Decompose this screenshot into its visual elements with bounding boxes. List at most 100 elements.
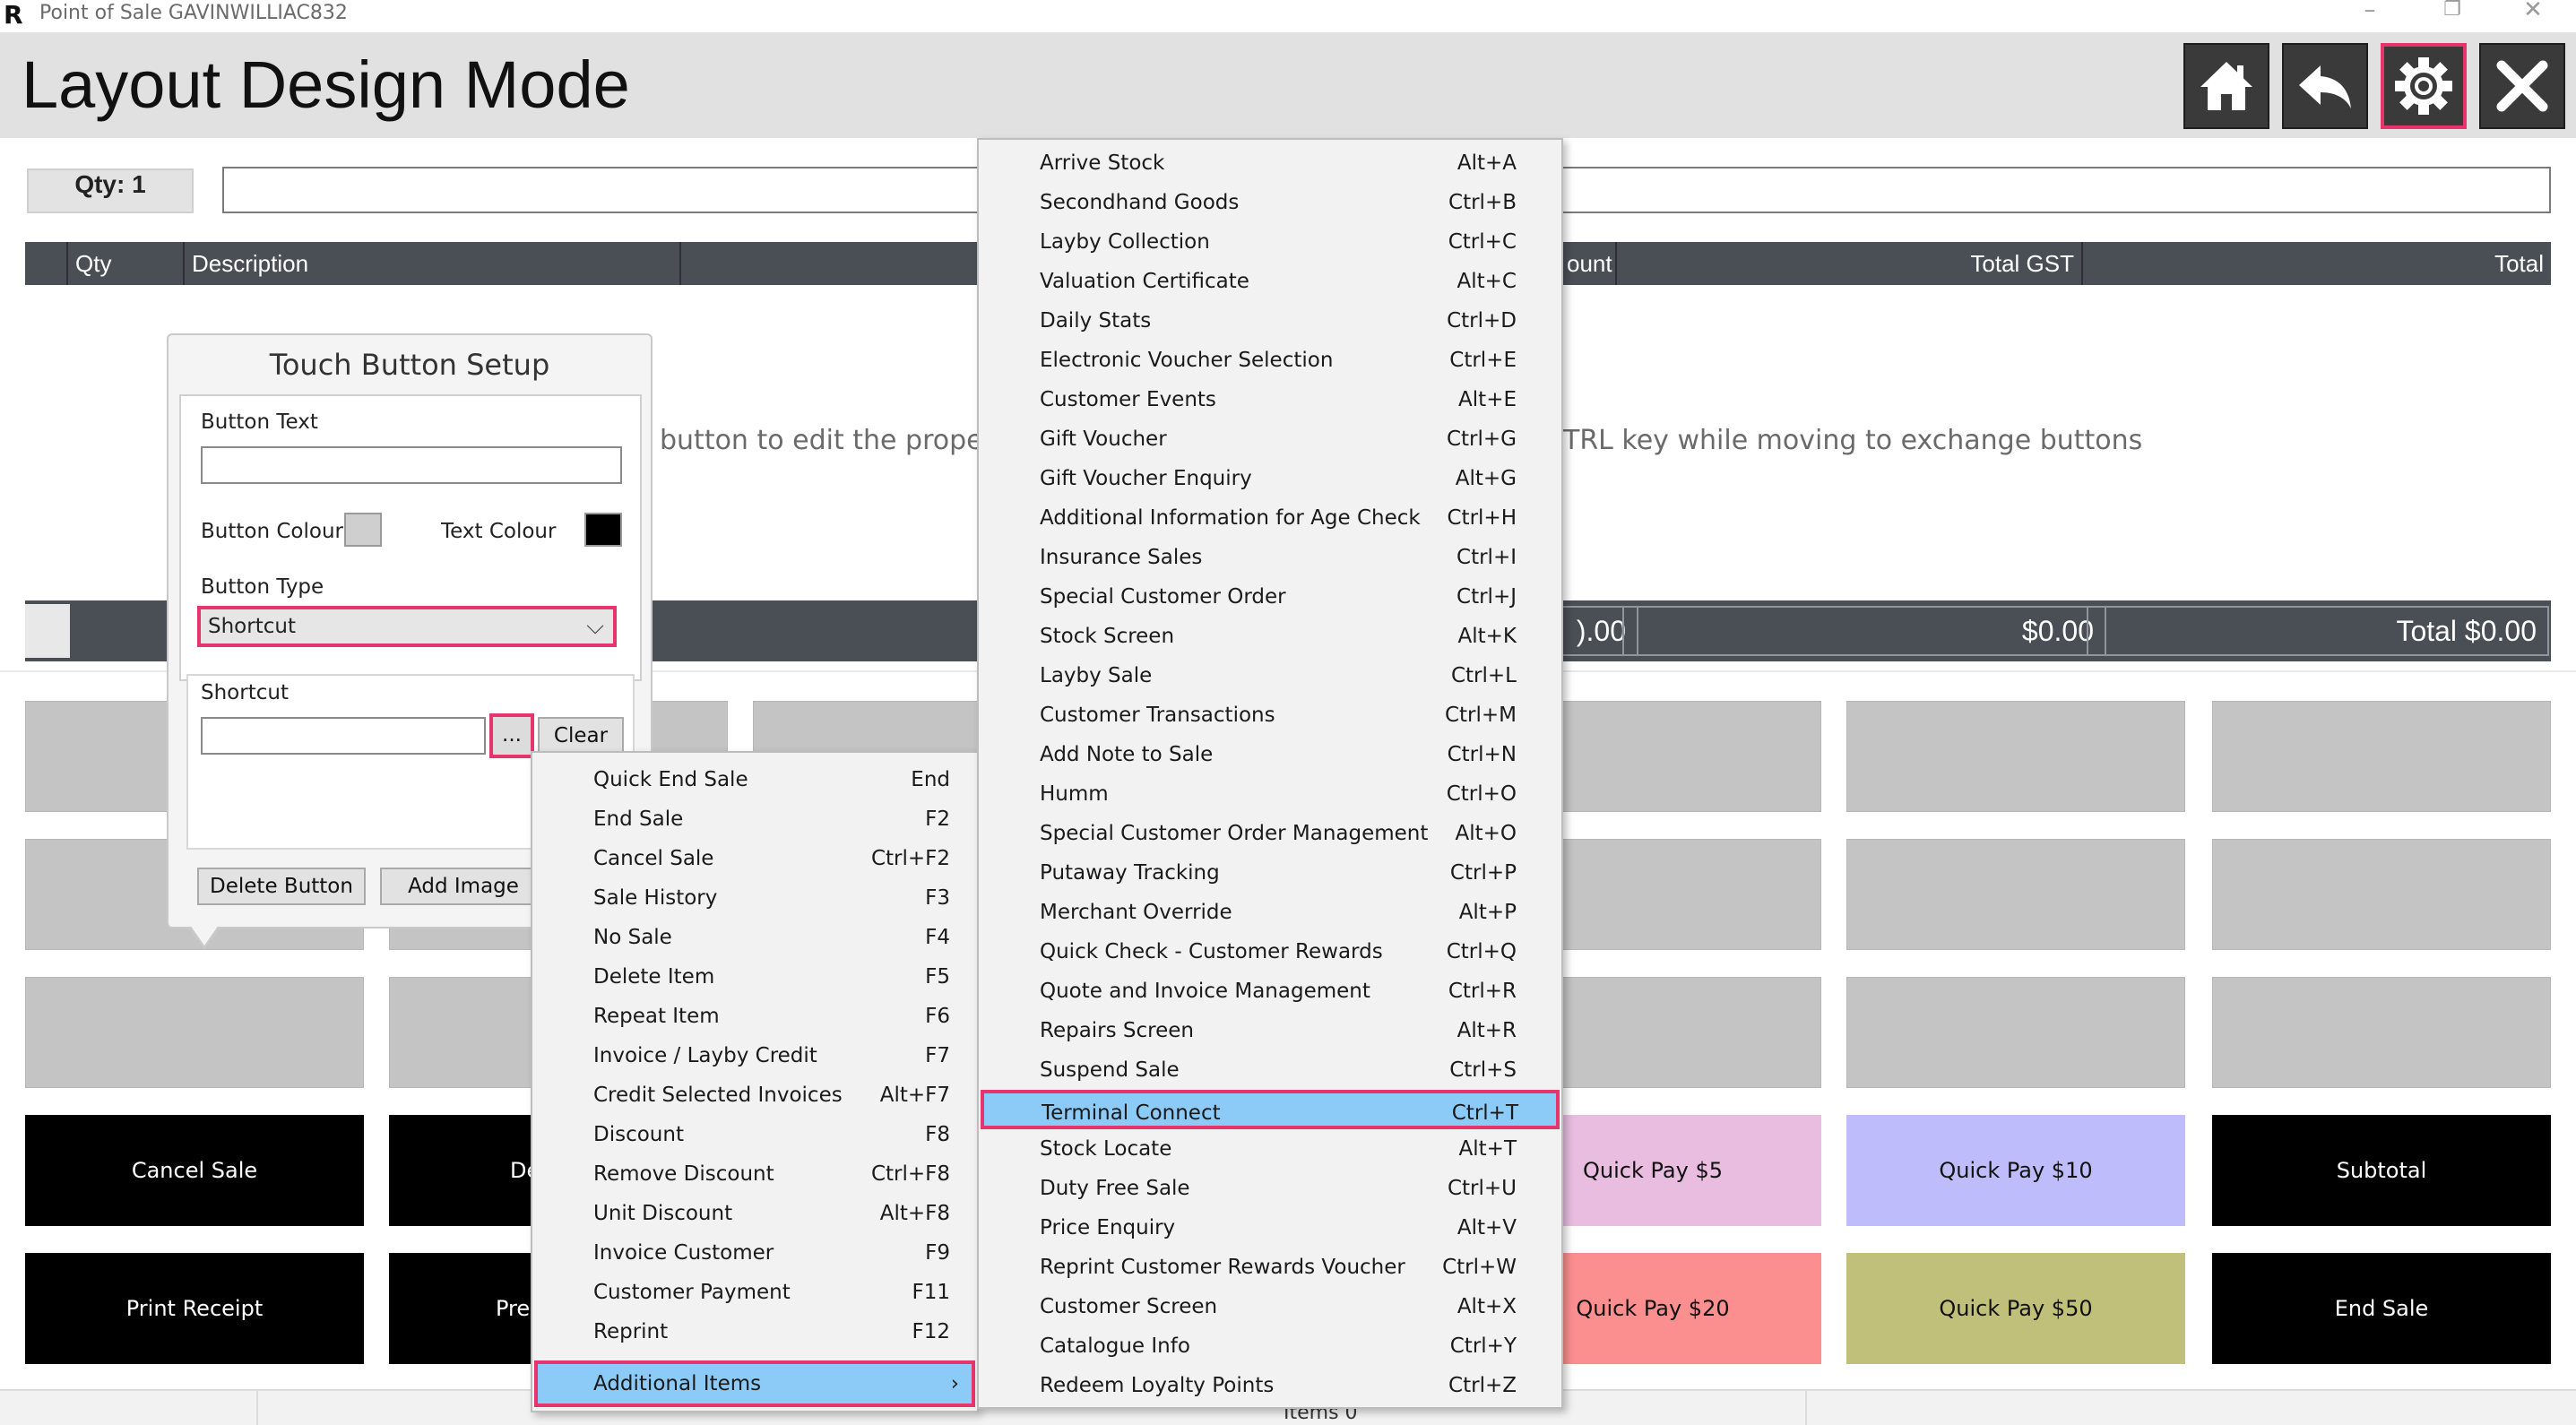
menu-item[interactable]: Stock Locate Alt+T: [979, 1129, 1561, 1169]
page-title: Layout Design Mode: [22, 48, 630, 122]
menu-item[interactable]: Cancel Sale Ctrl+F2: [532, 839, 977, 878]
menu-item[interactable]: Gift Voucher Ctrl+G: [979, 419, 1561, 459]
menu-item[interactable]: Secondhand Goods Ctrl+B: [979, 183, 1561, 222]
add-image-button[interactable]: Add Image: [380, 868, 547, 905]
print-receipt-button[interactable]: Print Receipt: [25, 1253, 364, 1364]
back-button[interactable]: [2282, 43, 2368, 129]
menu-item-shortcut: Ctrl+F2: [870, 847, 950, 870]
menu-item[interactable]: Remove Discount Ctrl+F8: [532, 1154, 977, 1194]
menu-item-label: Layby Sale: [1040, 664, 1153, 687]
menu-item[interactable]: Customer Payment F11: [532, 1273, 977, 1312]
menu-item-label: Unit Discount: [593, 1202, 733, 1225]
menu-item[interactable]: Discount F8: [532, 1115, 977, 1154]
menu-item-label: End Sale: [593, 808, 684, 831]
menu-item[interactable]: Valuation Certificate Alt+C: [979, 262, 1561, 301]
menu-item[interactable]: Special Customer Order Ctrl+J: [979, 577, 1561, 617]
qty-box[interactable]: Qty: 1: [27, 168, 194, 213]
menu-item[interactable]: Customer Screen Alt+X: [979, 1287, 1561, 1326]
menu-item[interactable]: Layby Collection Ctrl+C: [979, 222, 1561, 262]
hint-text-right: TRL key while moving to exchange buttons: [1563, 425, 2143, 456]
touch-button-empty[interactable]: [1846, 977, 2185, 1088]
additional-items-menu-item[interactable]: Additional Items ›: [534, 1360, 975, 1407]
menu-item-shortcut: Ctrl+I: [1457, 546, 1517, 569]
settings-button[interactable]: [2381, 43, 2467, 129]
button-colour-swatch[interactable]: [344, 513, 382, 547]
menu-item-shortcut: Ctrl+J: [1457, 585, 1517, 609]
quick-pay-10-button[interactable]: Quick Pay $10: [1846, 1115, 2185, 1226]
menu-item[interactable]: Quick Check - Customer Rewards Ctrl+Q: [979, 932, 1561, 972]
menu-item-shortcut: Ctrl+N: [1447, 743, 1517, 766]
menu-item[interactable]: Gift Voucher Enquiry Alt+G: [979, 459, 1561, 498]
minimize-button[interactable]: –: [2334, 0, 2406, 30]
menu-item[interactable]: Add Note to Sale Ctrl+N: [979, 735, 1561, 774]
end-sale-button[interactable]: End Sale: [2212, 1253, 2551, 1364]
menu-item[interactable]: Daily Stats Ctrl+D: [979, 301, 1561, 341]
menu-item[interactable]: Credit Selected Invoices Alt+F7: [532, 1075, 977, 1115]
menu-item-shortcut: Ctrl+S: [1449, 1058, 1517, 1082]
menu-item[interactable]: Customer Transactions Ctrl+M: [979, 695, 1561, 735]
shortcut-input[interactable]: [201, 717, 486, 755]
menu-item[interactable]: Humm Ctrl+O: [979, 774, 1561, 814]
menu-item[interactable]: Stock Screen Alt+K: [979, 617, 1561, 656]
button-type-select[interactable]: Shortcut ⌵: [195, 604, 618, 649]
menu-item-selected[interactable]: Terminal Connect Ctrl+T: [981, 1090, 1560, 1129]
menu-item[interactable]: Unit Discount Alt+F8: [532, 1194, 977, 1233]
cancel-sale-button[interactable]: Cancel Sale: [25, 1115, 364, 1226]
delete-button[interactable]: Delete Button: [197, 868, 366, 905]
button-type-value: Shortcut: [208, 615, 296, 638]
touch-button-empty[interactable]: [1846, 839, 2185, 950]
menu-item[interactable]: Insurance Sales Ctrl+I: [979, 538, 1561, 577]
clear-button[interactable]: Clear: [538, 717, 624, 755]
restore-button[interactable]: ❐: [2416, 0, 2488, 30]
text-colour-swatch[interactable]: [584, 513, 622, 547]
close-mode-button[interactable]: [2479, 43, 2565, 129]
menu-item[interactable]: Price Enquiry Alt+V: [979, 1208, 1561, 1248]
menu-item-shortcut: Ctrl+U: [1447, 1177, 1517, 1200]
touch-button-empty[interactable]: [2212, 701, 2551, 812]
menu-item[interactable]: Merchant Override Alt+P: [979, 893, 1561, 932]
menu-item[interactable]: Sale History F3: [532, 878, 977, 918]
menu-item[interactable]: Repairs Screen Alt+R: [979, 1011, 1561, 1050]
touch-button-empty[interactable]: [25, 977, 364, 1088]
quick-pay-50-button[interactable]: Quick Pay $50: [1846, 1253, 2185, 1364]
button-text-input[interactable]: [201, 446, 622, 484]
subtotal-button[interactable]: Subtotal: [2212, 1115, 2551, 1226]
menu-item[interactable]: Redeem Loyalty Points Ctrl+Z: [979, 1366, 1561, 1405]
menu-item-shortcut: F6: [925, 1005, 950, 1028]
menu-item[interactable]: Reprint Customer Rewards Voucher Ctrl+W: [979, 1248, 1561, 1287]
menu-item-label: Delete Item: [593, 965, 715, 989]
menu-item[interactable]: Quote and Invoice Management Ctrl+R: [979, 972, 1561, 1011]
menu-item[interactable]: No Sale F4: [532, 918, 977, 957]
menu-item[interactable]: Suspend Sale Ctrl+S: [979, 1050, 1561, 1090]
menu-item[interactable]: Quick End Sale End: [532, 760, 977, 799]
menu-item[interactable]: Arrive Stock Alt+A: [979, 143, 1561, 183]
shortcut-browse-button[interactable]: ...: [489, 713, 534, 758]
menu-item[interactable]: Electronic Voucher Selection Ctrl+E: [979, 341, 1561, 380]
menu-item[interactable]: Special Customer Order Management Alt+O: [979, 814, 1561, 853]
menu-item[interactable]: Customer Events Alt+E: [979, 380, 1561, 419]
menu-item[interactable]: End Sale F2: [532, 799, 977, 839]
menu-item[interactable]: Repeat Item F6: [532, 997, 977, 1036]
home-button[interactable]: [2183, 43, 2269, 129]
menu-item-label: Catalogue Info: [1040, 1334, 1190, 1358]
menu-item[interactable]: Additional Information for Age Check Ctrl…: [979, 498, 1561, 538]
menu-item[interactable]: Catalogue Info Ctrl+Y: [979, 1326, 1561, 1366]
touch-button-empty[interactable]: [2212, 977, 2551, 1088]
menu-item-shortcut: Ctrl+R: [1448, 980, 1517, 1003]
menu-item[interactable]: Layby Sale Ctrl+L: [979, 656, 1561, 695]
menu-item[interactable]: Invoice Customer F9: [532, 1233, 977, 1273]
menu-item[interactable]: Delete Item F5: [532, 957, 977, 997]
column-description: Description: [183, 242, 706, 285]
menu-item-shortcut: End: [911, 768, 950, 791]
window-close-button[interactable]: ✕: [2497, 0, 2569, 30]
menu-item[interactable]: Duty Free Sale Ctrl+U: [979, 1169, 1561, 1208]
menu-item-label: Redeem Loyalty Points: [1040, 1374, 1275, 1397]
menu-item-shortcut: F3: [925, 886, 950, 910]
menu-item-label: Daily Stats: [1040, 309, 1152, 332]
touch-button-empty[interactable]: [2212, 839, 2551, 950]
menu-item[interactable]: Putaway Tracking Ctrl+P: [979, 853, 1561, 893]
menu-item[interactable]: Reprint F12: [532, 1312, 977, 1352]
touch-button-empty[interactable]: [1846, 701, 2185, 812]
menu-item[interactable]: Invoice / Layby Credit F7: [532, 1036, 977, 1075]
menu-item-shortcut: Ctrl+E: [1449, 349, 1517, 372]
